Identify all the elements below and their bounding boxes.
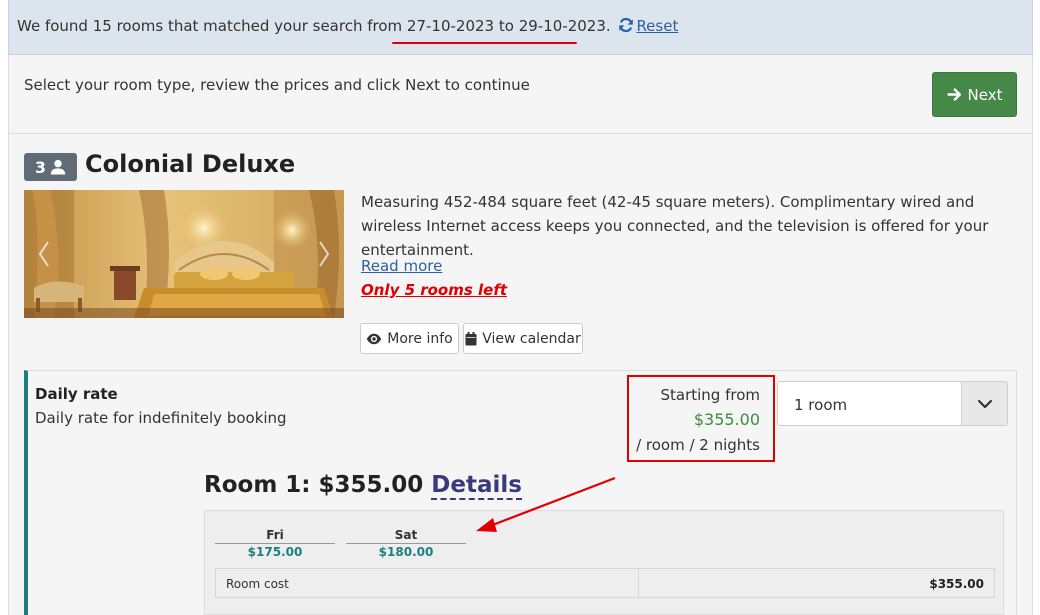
room-title: Colonial Deluxe	[85, 150, 296, 178]
reset-label: Reset	[636, 17, 679, 35]
cost-divider	[638, 569, 639, 597]
results-suffix: .	[605, 17, 611, 35]
starting-price: $355.00	[693, 410, 760, 429]
room-description: Measuring 452-484 square feet (42-45 squ…	[361, 193, 989, 259]
room-count-value: 1 room	[794, 396, 848, 414]
next-button[interactable]: Next	[932, 72, 1017, 117]
chevron-down-icon[interactable]	[961, 382, 1007, 425]
day-column: Sat $180.00	[346, 528, 466, 560]
day-price: $180.00	[378, 545, 434, 559]
occupancy-count: 3	[34, 157, 47, 177]
instructions-text: Select your room type, review the prices…	[24, 76, 530, 94]
divider	[8, 133, 1033, 134]
user-icon	[50, 159, 66, 175]
arrow-right-icon	[946, 88, 961, 101]
starting-from-label: Starting from	[660, 386, 760, 404]
room-cost-row: Room cost $355.00	[215, 568, 995, 598]
day-name: Fri	[215, 528, 335, 544]
results-prefix: We found 15 rooms that matched your sear…	[17, 17, 403, 35]
refresh-icon	[619, 17, 634, 33]
price-box: Starting from $355.00 / room / 2 nights	[627, 375, 775, 462]
room-cost-value: $355.00	[929, 577, 984, 591]
room-price-heading: Room 1: $355.00 Details	[204, 472, 522, 500]
room-price-title: Room 1: $355.00	[204, 472, 424, 498]
date-range: 27-10-2023 to 29-10-2023	[406, 17, 606, 35]
room-cost-label: Room cost	[226, 577, 289, 591]
rate-name: Daily rate	[35, 385, 118, 403]
rooms-left-notice: Only 5 rooms left	[361, 281, 508, 299]
price-unit: / room / 2 nights	[636, 436, 760, 454]
rate-description: Daily rate for indefinitely booking	[35, 409, 287, 427]
search-results-text: We found 15 rooms that matched your sear…	[17, 17, 678, 35]
day-column: Fri $175.00	[215, 528, 335, 560]
room-photo	[24, 190, 344, 318]
annotation-underline	[392, 42, 577, 44]
day-price: $175.00	[247, 545, 303, 559]
calendar-icon	[465, 331, 477, 345]
view-calendar-label: View calendar	[482, 330, 581, 347]
read-more-link[interactable]: Read more	[361, 257, 442, 275]
room-photo-carousel[interactable]	[24, 190, 344, 318]
details-link[interactable]: Details	[431, 472, 522, 500]
more-info-button[interactable]: More info	[360, 323, 459, 354]
next-label: Next	[967, 85, 1003, 104]
view-calendar-button[interactable]: View calendar	[463, 323, 583, 354]
occupancy-badge: 3	[24, 153, 77, 181]
room-count-select[interactable]: 1 room	[777, 381, 1008, 426]
day-name: Sat	[346, 528, 466, 544]
more-info-label: More info	[387, 330, 453, 347]
price-breakdown: Fri $175.00 Sat $180.00 Room cost $355.0…	[204, 510, 1004, 615]
eye-icon	[367, 333, 382, 344]
reset-link[interactable]: Reset	[615, 17, 678, 35]
